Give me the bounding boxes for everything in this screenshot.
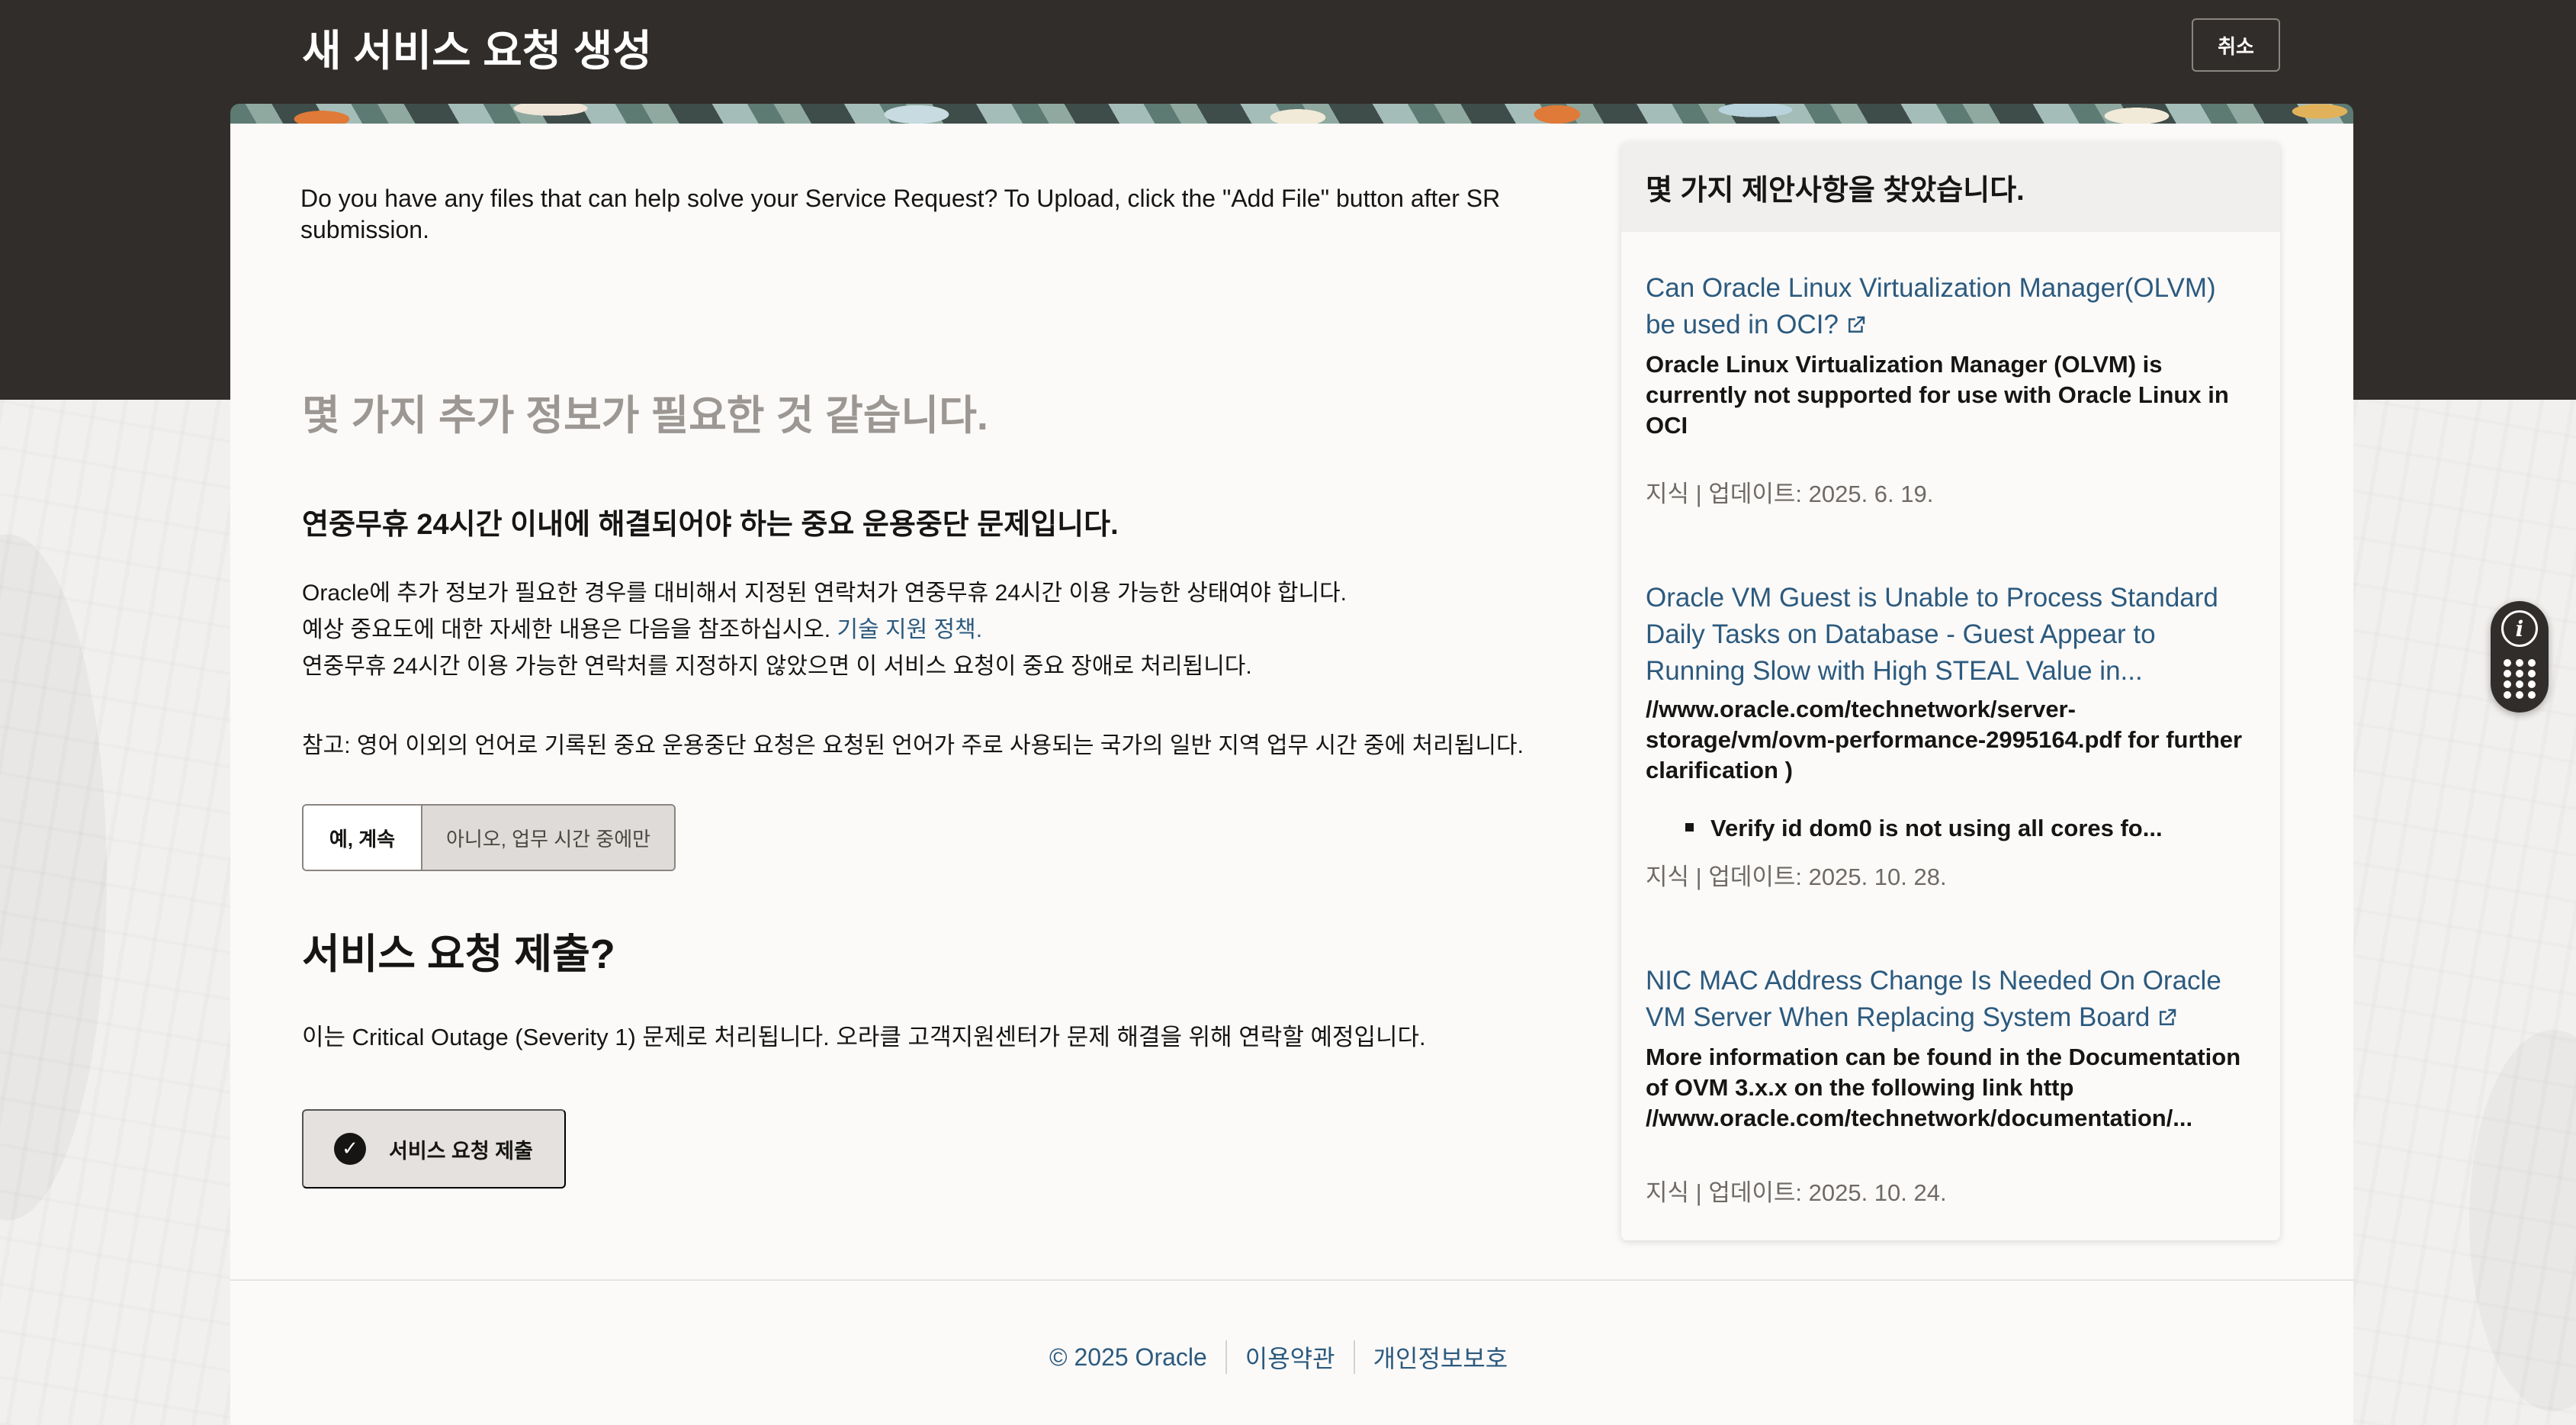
footer-separator	[1353, 1340, 1355, 1374]
info-icon[interactable]: i	[2501, 610, 2538, 647]
external-link-icon	[1848, 316, 1865, 333]
suggestion-bullet-text-2: Verify id dom0 is not using all cores fo…	[1710, 815, 2163, 841]
outage-heading: 연중무휴 24시간 이내에 해결되어야 하는 중요 운용중단 문제입니다.	[302, 509, 1119, 541]
check-circle-icon: ✓	[334, 1133, 366, 1165]
suggestion-link-3[interactable]: NIC MAC Address Change Is Needed On Orac…	[1646, 963, 2248, 1036]
footer: © 2025 Oracle 이용약관 개인정보보호	[1049, 1340, 1508, 1375]
cancel-button[interactable]: 취소	[2192, 18, 2280, 72]
privacy-link[interactable]: 개인정보보호	[1373, 1340, 1508, 1375]
suggestion-link-2[interactable]: Oracle VM Guest is Unable to Process Sta…	[1646, 580, 2248, 690]
bullet-icon	[1685, 823, 1694, 832]
submit-label: 서비스 요청 제출	[389, 1139, 533, 1163]
need-info-heading: 몇 가지 추가 정보가 필요한 것 같습니다.	[302, 393, 988, 439]
suggestion-summary-1: Oracle Linux Virtualization Manager (OLV…	[1646, 351, 2229, 439]
suggestion-summary-2: //www.oracle.com/technetwork/server-stor…	[1646, 696, 2243, 783]
availability-choice: 예, 계속 아니오, 업무 시간 중에만	[302, 804, 676, 871]
severity-reference-text: 예상 중요도에 대한 자세한 내용은 다음을 참조하십시오. 기술 지원 정책.	[302, 610, 982, 644]
suggestion-title-3: NIC MAC Address Change Is Needed On Orac…	[1646, 966, 2221, 1032]
critical-outage-warning: 연중무휴 24시간 이용 가능한 연락처를 지정하지 않았으면 이 서비스 요청…	[302, 654, 1252, 679]
footer-separator	[1225, 1340, 1227, 1374]
external-link-icon	[2160, 1008, 2176, 1025]
footer-divider	[230, 1279, 2353, 1281]
submit-question-heading: 서비스 요청 제출?	[302, 931, 615, 977]
suggestion-bullet-2: Verify id dom0 is not using all cores fo…	[1685, 815, 2250, 842]
language-note: 참고: 영어 이외의 언어로 기록된 중요 운용중단 요청은 요청된 언어가 주…	[302, 733, 1524, 758]
suggestion-title-1: Can Oracle Linux Virtualization Manager(…	[1646, 273, 2216, 339]
help-widget[interactable]: i	[2491, 601, 2549, 712]
suggestion-link-1[interactable]: Can Oracle Linux Virtualization Manager(…	[1646, 270, 2248, 343]
suggestions-title: 몇 가지 제안사항을 찾았습니다.	[1646, 175, 2025, 207]
terms-link[interactable]: 이용약관	[1245, 1340, 1335, 1375]
choice-yes-continue[interactable]: 예, 계속	[304, 806, 422, 870]
upload-instructions: Do you have any files that can help solv…	[300, 185, 1501, 243]
suggestion-summary-3: More information can be found in the Doc…	[1646, 1044, 2241, 1131]
submit-service-request-button[interactable]: ✓ 서비스 요청 제출	[302, 1109, 566, 1189]
suggestion-meta-3: 지식 | 업데이트: 2025. 10. 24.	[1646, 1179, 1947, 1206]
suggestions-panel: 몇 가지 제안사항을 찾았습니다. Can Oracle Linux Virtu…	[1621, 142, 2280, 1240]
decorative-banner	[230, 104, 2353, 124]
apps-grid-icon[interactable]	[2503, 659, 2536, 700]
severity-reference-prefix: 예상 중요도에 대한 자세한 내용은 다음을 참조하십시오.	[302, 617, 837, 642]
choice-business-hours-only[interactable]: 아니오, 업무 시간 중에만	[422, 806, 674, 870]
contact-requirement-text: Oracle에 추가 정보가 필요한 경우를 대비해서 지정된 연락처가 연중무…	[302, 581, 1347, 606]
submit-description: 이는 Critical Outage (Severity 1) 문제로 처리됩니…	[302, 1024, 1426, 1050]
support-policy-link[interactable]: 기술 지원 정책.	[837, 617, 982, 642]
copyright-link[interactable]: © 2025 Oracle	[1049, 1343, 1207, 1372]
page-title: 새 서비스 요청 생성	[302, 27, 652, 75]
suggestion-meta-2: 지식 | 업데이트: 2025. 10. 28.	[1646, 864, 1947, 890]
suggestion-meta-1: 지식 | 업데이트: 2025. 6. 19.	[1646, 481, 1934, 507]
